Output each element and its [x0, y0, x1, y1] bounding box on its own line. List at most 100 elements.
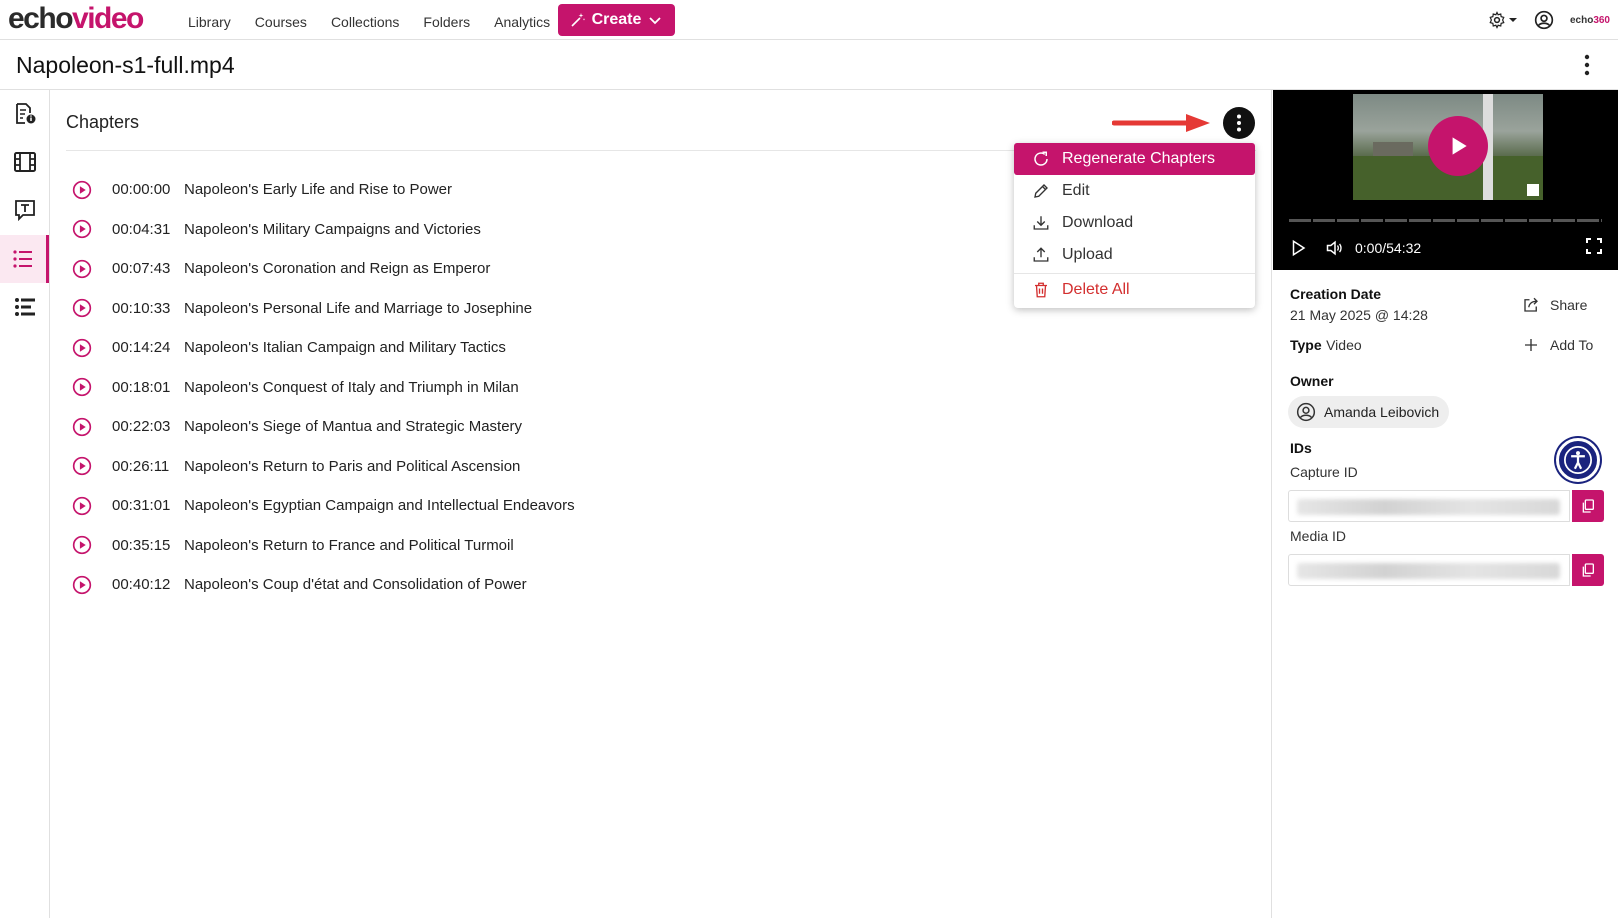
- copy-capture-id-button[interactable]: [1572, 490, 1604, 522]
- capture-id-field[interactable]: [1288, 490, 1570, 522]
- play-circle-icon[interactable]: [72, 180, 92, 200]
- chapter-title: Napoleon's Return to Paris and Political…: [184, 457, 521, 475]
- caption-text-icon: [14, 200, 35, 222]
- play-circle-icon[interactable]: [72, 456, 92, 476]
- chapter-time: 00:07:43: [112, 260, 171, 278]
- chapter-row[interactable]: 00:14:24 Napoleon's Italian Campaign and …: [72, 328, 575, 368]
- chapter-row[interactable]: 00:04:31 Napoleon's Military Campaigns an…: [72, 210, 575, 250]
- chapter-time: 00:14:24: [112, 339, 171, 357]
- download-icon: [1033, 216, 1049, 230]
- chapter-title: Napoleon's Return to France and Politica…: [184, 536, 514, 554]
- chapter-time: 00:04:31: [112, 220, 171, 238]
- menu-upload-label: Upload: [1062, 246, 1113, 263]
- chapter-time: 00:40:12: [112, 576, 171, 594]
- rail-quiz[interactable]: [0, 283, 49, 331]
- main-nav: Library Courses Collections Folders Anal…: [188, 14, 574, 30]
- echovideo-logo[interactable]: echovideo: [8, 2, 144, 36]
- user-account-icon[interactable]: [1534, 10, 1554, 30]
- chapter-time: 00:10:33: [112, 299, 171, 317]
- chevron-down-icon: [649, 17, 662, 25]
- nav-collections[interactable]: Collections: [331, 14, 399, 30]
- chapter-time: 00:00:00: [112, 181, 171, 199]
- chapter-row[interactable]: 00:22:03 Napoleon's Siege of Mantua and S…: [72, 407, 575, 447]
- play-circle-icon[interactable]: [72, 338, 92, 358]
- add-to-button[interactable]: Add To: [1522, 336, 1593, 354]
- play-circle-icon[interactable]: [72, 259, 92, 279]
- chapter-row[interactable]: 00:26:11 Napoleon's Return to Paris and P…: [72, 447, 575, 487]
- create-button[interactable]: Create: [558, 4, 675, 36]
- nav-library[interactable]: Library: [188, 14, 231, 30]
- chapters-heading: Chapters: [66, 112, 140, 132]
- menu-download-label: Download: [1062, 214, 1134, 231]
- chapter-row[interactable]: 00:35:15 Napoleon's Return to France and …: [72, 526, 575, 566]
- thumb-watermark: [1527, 184, 1539, 196]
- menu-edit[interactable]: Edit: [1014, 175, 1255, 207]
- nav-analytics[interactable]: Analytics: [494, 14, 550, 30]
- chapter-time: 00:31:01: [112, 497, 171, 515]
- chapters-more-button[interactable]: [1223, 107, 1255, 139]
- chapter-row[interactable]: 00:07:43 Napoleon's Coronation and Reign …: [72, 249, 575, 289]
- play-circle-icon[interactable]: [72, 219, 92, 239]
- chapter-title: Napoleon's Conquest of Italy and Triumph…: [184, 378, 519, 396]
- video-player[interactable]: 0:00/54:32: [1273, 90, 1618, 270]
- page-title: Napoleon-s1-full.mp4: [16, 52, 235, 78]
- plus-icon: [1525, 339, 1537, 351]
- settings-menu[interactable]: [1488, 11, 1518, 29]
- copy-media-id-button[interactable]: [1572, 554, 1604, 586]
- upload-icon: [1033, 247, 1049, 262]
- menu-upload[interactable]: Upload: [1014, 239, 1255, 271]
- play-circle-icon[interactable]: [72, 417, 92, 437]
- type-value: Video: [1326, 337, 1362, 353]
- chapter-list: 00:00:00 Napoleon's Early Life and Rise t…: [72, 170, 575, 605]
- top-right-tools: echo360: [1488, 10, 1610, 30]
- menu-delete-all-label: Delete All: [1062, 280, 1130, 298]
- media-id-redacted: [1297, 563, 1560, 579]
- rail-transcript[interactable]: [0, 186, 49, 234]
- chapter-row[interactable]: 00:31:01 Napoleon's Egyptian Campaign and…: [72, 486, 575, 526]
- owner-chip[interactable]: Amanda Leibovich: [1288, 396, 1450, 428]
- chapter-time: 00:22:03: [112, 418, 171, 436]
- play-circle-icon[interactable]: [72, 377, 92, 397]
- chapter-row[interactable]: 00:10:33 Napoleon's Personal Life and Mar…: [72, 289, 575, 329]
- volume-icon[interactable]: [1325, 238, 1345, 258]
- menu-regenerate-chapters[interactable]: Regenerate Chapters: [1014, 143, 1255, 175]
- copy-icon: [1582, 563, 1594, 577]
- echo360-brand: echo360: [1569, 14, 1610, 26]
- owner-label: Owner: [1290, 373, 1334, 389]
- play-circle-icon[interactable]: [72, 298, 92, 318]
- play-icon[interactable]: [1289, 239, 1307, 257]
- share-button[interactable]: Share: [1522, 296, 1587, 314]
- rail-chapters[interactable]: [0, 235, 49, 283]
- chapter-row[interactable]: 00:00:00 Napoleon's Early Life and Rise t…: [72, 170, 575, 210]
- rail-details[interactable]: [0, 90, 49, 138]
- refresh-icon: [1034, 151, 1048, 166]
- media-id-label: Media ID: [1290, 528, 1347, 544]
- more-options-icon[interactable]: [1584, 54, 1590, 76]
- progress-bar[interactable]: [1289, 219, 1602, 222]
- play-circle-icon[interactable]: [72, 575, 92, 595]
- create-label: Create: [591, 11, 642, 28]
- chapter-title: Napoleon's Egyptian Campaign and Intelle…: [184, 497, 575, 515]
- add-to-label: Add To: [1550, 337, 1594, 353]
- play-circle-icon[interactable]: [72, 496, 92, 516]
- menu-delete-all[interactable]: Delete All: [1014, 273, 1255, 305]
- media-id-field[interactable]: [1288, 554, 1570, 586]
- chapter-time: 00:35:15: [112, 536, 171, 554]
- menu-download[interactable]: Download: [1014, 207, 1255, 239]
- chapter-title: Napoleon's Coronation and Reign as Emper…: [184, 260, 491, 278]
- accessibility-button[interactable]: [1556, 438, 1600, 482]
- fullscreen-icon[interactable]: [1586, 238, 1602, 254]
- copy-icon: [1582, 499, 1594, 513]
- rail-media[interactable]: [0, 138, 49, 186]
- share-label: Share: [1550, 297, 1588, 313]
- owner-name: Amanda Leibovich: [1324, 404, 1440, 420]
- type-label: Type: [1290, 337, 1322, 353]
- menu-regenerate-label: Regenerate Chapters: [1062, 150, 1215, 167]
- big-play-button[interactable]: [1428, 116, 1488, 176]
- chapter-row[interactable]: 00:18:01 Napoleon's Conquest of Italy and…: [72, 368, 575, 408]
- player-controls: 0:00/54:32: [1289, 236, 1602, 260]
- chapter-row[interactable]: 00:40:12 Napoleon's Coup d'état and Conso…: [72, 565, 575, 605]
- nav-folders[interactable]: Folders: [423, 14, 470, 30]
- play-circle-icon[interactable]: [72, 535, 92, 555]
- nav-courses[interactable]: Courses: [255, 14, 307, 30]
